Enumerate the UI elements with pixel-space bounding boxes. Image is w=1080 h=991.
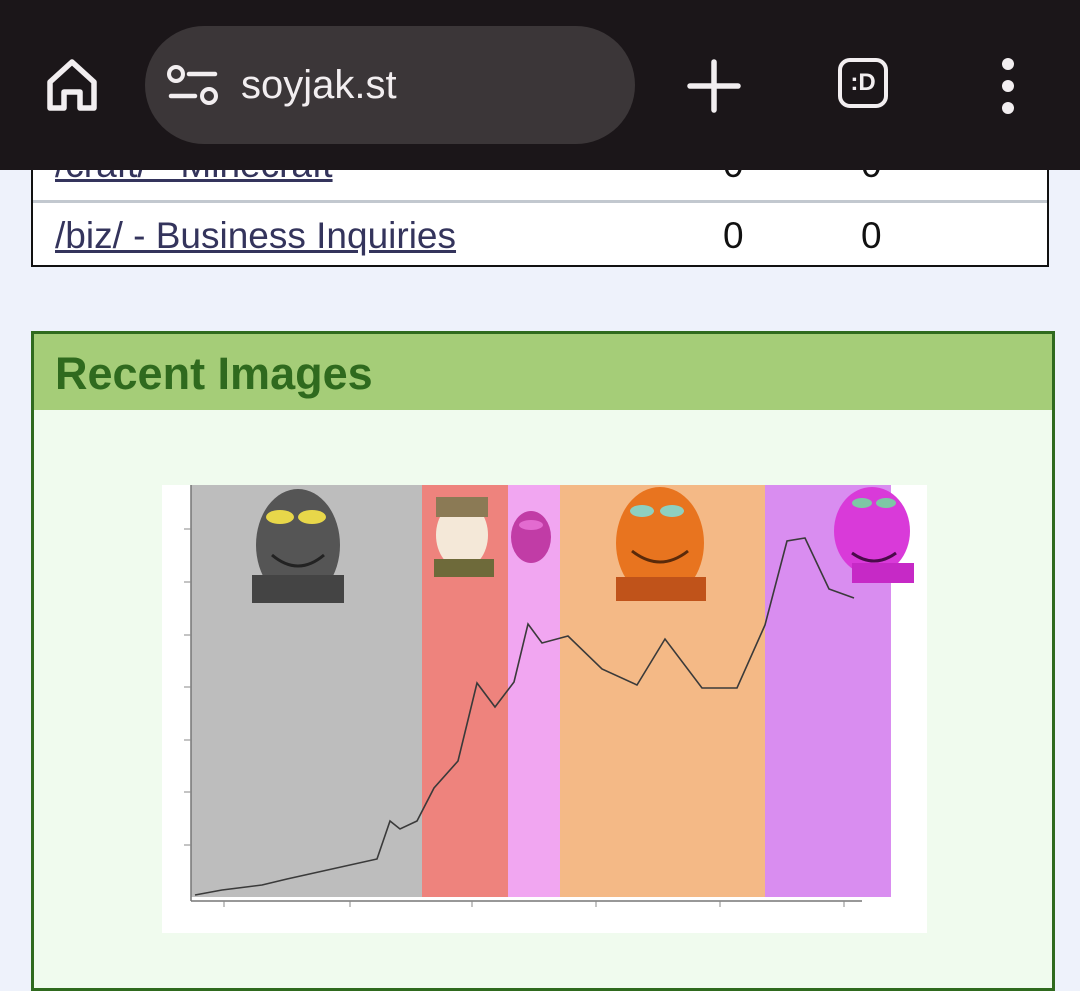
tab-switcher-label: :D xyxy=(850,69,876,96)
new-tab-icon[interactable] xyxy=(686,58,742,114)
home-icon[interactable] xyxy=(40,52,104,116)
overflow-menu-icon[interactable] xyxy=(992,56,1024,116)
address-bar[interactable]: soyjak.st xyxy=(145,26,635,144)
recent-image-thumbnail[interactable] xyxy=(162,485,927,933)
red-soldier-face xyxy=(434,497,494,577)
recent-images-box: Recent Images xyxy=(31,331,1055,991)
recent-images-title: Recent Images xyxy=(55,348,373,399)
table-row: /biz/ - Business Inquiries 0 0 xyxy=(33,200,1047,265)
tab-switcher-button[interactable]: :D xyxy=(838,58,888,108)
pink-face xyxy=(511,511,551,563)
recent-images-header: Recent Images xyxy=(34,334,1052,410)
site-info-icon[interactable] xyxy=(167,64,219,108)
browser-toolbar: soyjak.st :D xyxy=(0,0,1080,170)
board-link[interactable]: /biz/ - Business Inquiries xyxy=(55,213,456,259)
url-text[interactable]: soyjak.st xyxy=(241,60,397,110)
board-pph: 0 xyxy=(861,215,882,256)
board-posts: 0 xyxy=(723,215,744,256)
